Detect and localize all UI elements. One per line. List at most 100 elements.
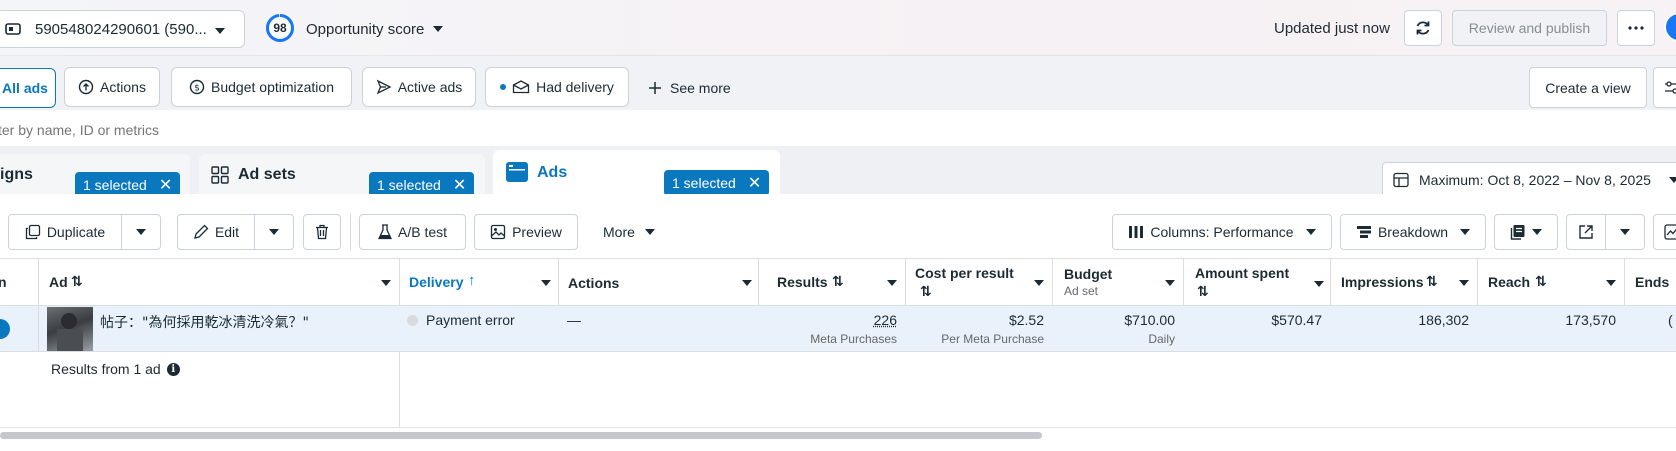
duplicate-dropdown[interactable] [121,214,161,250]
filter-had-delivery[interactable]: Had delivery [485,67,629,107]
ab-test-button[interactable]: A/B test [359,214,466,250]
delete-button[interactable] [303,214,341,250]
chevron-down-icon [433,26,443,32]
reports-dropdown[interactable] [1494,214,1558,250]
date-range-label: Maximum: Oct 8, 2022 – Nov 8, 2025 [1419,172,1651,188]
filter-settings-button[interactable] [1653,67,1676,108]
chevron-down-icon[interactable] [1459,280,1469,286]
breakdown-dropdown[interactable]: Breakdown [1340,214,1486,250]
actions-value: — [567,312,581,328]
ad-window-icon [506,162,528,182]
delivery-status: Payment error [426,312,515,328]
sort-icon: ⇅ [1535,273,1547,290]
header-impressions-label: Impressions [1341,274,1423,290]
breakdown-icon [1356,225,1372,239]
chevron-down-icon[interactable] [381,280,391,286]
chevron-down-icon [1306,229,1316,235]
breakdown-label: Breakdown [1378,224,1448,240]
tab-adsets-label: Ad sets [238,166,296,184]
results-value[interactable]: 226 [760,312,897,328]
duplicate-label: Duplicate [47,224,105,240]
preview-button[interactable]: Preview [474,214,578,250]
charts-button[interactable] [1653,214,1676,250]
chevron-down-icon [1620,229,1630,235]
ads-selected-chip[interactable]: 1 selected ✕ [664,170,769,196]
chart-icon [1664,224,1676,240]
chevron-down-icon[interactable] [1034,280,1044,286]
svg-text:$: $ [194,84,200,94]
header-delivery[interactable]: Delivery ↑ [400,259,558,305]
columns-label: Columns: Performance [1150,224,1293,240]
create-view-button[interactable]: Create a view [1529,67,1647,108]
refresh-button[interactable] [1404,10,1442,46]
review-publish-button[interactable]: Review and publish [1452,10,1607,46]
account-name: 590548024290601 (590... [35,21,207,38]
see-more-label: See more [670,80,731,96]
account-selector[interactable]: 590548024290601 (590... [0,10,245,48]
cost-per-result-sublabel: Per Meta Purchase [906,332,1044,346]
horizontal-scrollbar[interactable] [0,432,1042,439]
ad-name[interactable]: 帖子："為何採用乾冰清洗冷氣？" [100,312,309,332]
edit-button[interactable]: Edit [177,214,255,250]
active-dot-icon [500,84,506,90]
filter-active-ads-label: Active ads [398,79,463,95]
header-impressions[interactable]: Impressions ⇅ [1331,259,1477,305]
date-range-picker[interactable]: Maximum: Oct 8, 2022 – Nov 8, 2025 [1382,162,1676,197]
chevron-down-icon[interactable] [742,280,752,286]
see-more-button[interactable]: See more [648,77,731,99]
sort-ascending-icon: ↑ [468,272,476,289]
header-ad[interactable]: Ad ⇅ [39,259,399,305]
search-input[interactable] [0,118,898,142]
plus-icon [648,81,662,95]
more-dropdown[interactable]: More [603,222,655,242]
column-divider [399,352,400,428]
toolbar-divider [350,214,351,250]
more-options-button[interactable] [1617,10,1655,46]
chevron-down-icon[interactable] [887,280,897,286]
ad-thumbnail[interactable] [47,307,93,351]
header-budget[interactable]: Budget Ad set [1053,259,1183,305]
close-icon[interactable]: ✕ [159,175,172,195]
export-dropdown[interactable] [1605,214,1645,250]
duplicate-button[interactable]: Duplicate [8,214,122,250]
export-icon [1578,224,1594,240]
chevron-down-icon[interactable] [1606,280,1616,286]
header-actions-label: Actions [568,275,619,291]
chevron-down-icon[interactable] [1314,281,1324,287]
header-amount-spent[interactable]: Amount spent ⇅ [1184,259,1330,305]
filter-actions[interactable]: Actions [64,67,160,107]
header-actions[interactable]: Actions [559,259,758,305]
filter-active-ads[interactable]: Active ads [362,67,476,107]
header-delivery-label: Delivery [409,274,463,290]
cost-per-result-value: $2.52 [906,312,1044,328]
flask-icon [378,224,392,240]
close-icon[interactable]: ✕ [748,173,761,193]
opportunity-score[interactable]: 98 Opportunity score [265,13,465,45]
tab-ads-label: Ads [537,164,567,182]
grid-icon [211,166,229,184]
info-icon[interactable]: i [167,363,180,376]
filter-budget-optimization-label: Budget optimization [211,79,334,95]
header-results[interactable]: Results ⇅ [759,259,905,305]
columns-dropdown[interactable]: Columns: Performance [1112,214,1332,250]
header-budget-sublabel: Ad set [1064,284,1098,298]
preview-label: Preview [512,224,562,240]
header-ends[interactable]: Ends [1625,259,1676,305]
header-ad-label: Ad [49,274,68,290]
filter-budget-optimization[interactable]: $ Budget optimization [171,67,352,107]
ends-value: ( [1668,312,1673,328]
thumbnail-body [57,329,83,351]
close-icon[interactable]: ✕ [453,175,466,195]
chevron-down-icon[interactable] [1165,280,1175,286]
opportunity-score-value: 98 [265,21,295,35]
export-button[interactable] [1566,214,1606,250]
edit-dropdown[interactable] [254,214,294,250]
filter-all-ads[interactable]: All ads [0,68,56,108]
dollar-circle-icon: $ [189,79,205,95]
campaigns-selected-label: 1 selected [83,177,147,193]
header-cost-per-result[interactable]: Cost per result ⇅ [906,259,1052,305]
sort-icon: ⇅ [1426,273,1438,290]
chevron-down-icon [645,229,655,235]
chevron-down-icon[interactable] [541,280,551,286]
header-reach[interactable]: Reach ⇅ [1478,259,1624,305]
